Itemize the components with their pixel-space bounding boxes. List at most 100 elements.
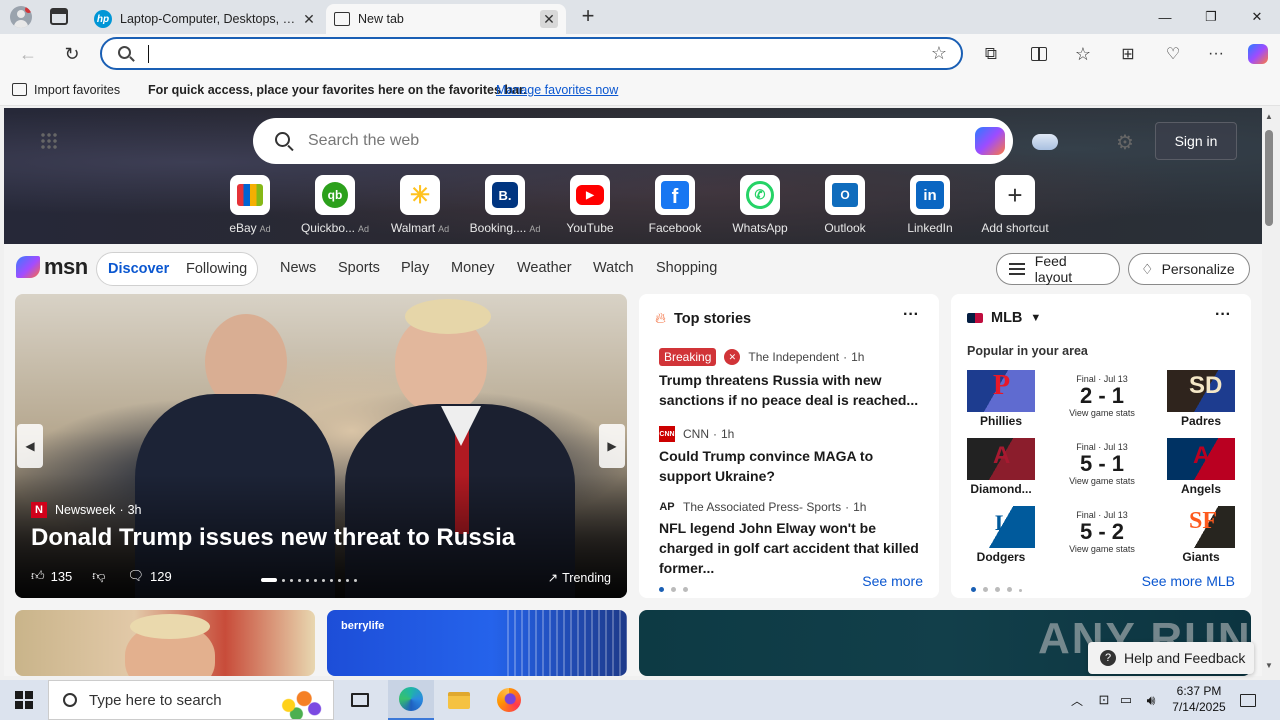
notifications-icon[interactable] <box>1236 680 1260 720</box>
new-tab-button[interactable]: + <box>576 5 600 29</box>
nav-money[interactable]: Money <box>451 260 495 276</box>
story-headline[interactable]: Trump threatens Russia with new sanction… <box>659 370 919 410</box>
firefox-icon[interactable] <box>486 680 532 720</box>
nav-watch[interactable]: Watch <box>593 260 634 276</box>
address-input[interactable] <box>148 45 448 63</box>
nav-news[interactable]: News <box>280 260 316 276</box>
chevron-down-icon[interactable]: ▼ <box>1030 312 1041 324</box>
comment-icon[interactable]: 🗨︎ <box>128 568 145 584</box>
clock[interactable]: 6:37 PM 7/14/2025 <box>1168 683 1230 715</box>
padres-logo-icon: SD <box>1189 372 1223 399</box>
tab-actions-icon[interactable] <box>50 8 68 25</box>
tray-icon[interactable]: ⊡ <box>1094 680 1114 720</box>
scrollbar-thumb[interactable] <box>1265 130 1273 226</box>
hero-headline[interactable]: Donald Trump issues new threat to Russia <box>31 524 515 552</box>
favorite-star-icon[interactable]: ☆ <box>931 43 947 64</box>
refresh-button[interactable]: ↻ <box>56 38 88 70</box>
shortcut-walmart[interactable]: ✳ Walmart Ad <box>380 175 460 235</box>
close-tab-icon[interactable]: ✕ <box>540 10 558 28</box>
promo-card[interactable]: berrylife <box>327 610 627 676</box>
shortcut-label: WhatsApp <box>732 221 788 235</box>
see-more-mlb-link[interactable]: See more MLB <box>1142 573 1235 589</box>
taskbar-search-input[interactable]: Type here to search <box>89 692 222 709</box>
nav-weather[interactable]: Weather <box>517 260 572 276</box>
story-item[interactable]: Breaking ✕ The Independent · 1h Trump th… <box>659 348 919 410</box>
like-icon[interactable]: 👍︎ <box>31 568 45 584</box>
settings-more-icon[interactable]: ··· <box>1200 38 1232 70</box>
more-options-icon[interactable]: ··· <box>1215 306 1231 324</box>
collections-icon[interactable]: ⊞ <box>1112 38 1144 70</box>
tab-new-tab[interactable]: New tab ✕ <box>326 4 566 34</box>
msn-logo[interactable]: msn <box>16 254 88 280</box>
close-window-button[interactable]: ✕ <box>1234 0 1280 34</box>
game-row[interactable]: LA Dodgers Final · Jul 13 5 - 2 View gam… <box>967 506 1235 566</box>
shortcut-outlook[interactable]: O Outlook <box>805 175 885 235</box>
shortcut-ebay[interactable]: eBay Ad <box>210 175 290 235</box>
shortcut-facebook[interactable]: f Facebook <box>635 175 715 235</box>
view-game-stats-link[interactable]: View game stats <box>1047 544 1157 554</box>
settings-gear-icon[interactable]: ⚙ <box>1116 130 1134 155</box>
split-screen-icon[interactable] <box>1023 38 1055 70</box>
minimize-button[interactable]: — <box>1142 0 1188 34</box>
carousel-prev-button[interactable]: ◀ <box>17 424 43 468</box>
shortcut-quickbooks[interactable]: qb Quickbo... Ad <box>295 175 375 235</box>
edge-taskbar-icon[interactable] <box>388 680 434 720</box>
network-icon[interactable]: ▭ <box>1116 680 1136 720</box>
weather-icon[interactable] <box>1032 129 1058 150</box>
see-more-link[interactable]: See more <box>862 573 923 589</box>
profile-icon[interactable] <box>10 6 32 28</box>
file-explorer-icon[interactable] <box>436 680 482 720</box>
apps-launcher-icon[interactable] <box>40 132 58 150</box>
search-input[interactable]: Search the web <box>308 132 419 150</box>
nav-sports[interactable]: Sports <box>338 260 380 276</box>
hero-story-card[interactable]: ◀ ▶ N Newsweek · 3h Donald Trump issues … <box>15 294 627 598</box>
nav-shopping[interactable]: Shopping <box>656 260 717 276</box>
import-favorites-icon[interactable] <box>12 83 27 96</box>
story-item[interactable]: CNN CNN · 1h Could Trump convince MAGA t… <box>659 426 919 486</box>
story-headline[interactable]: Could Trump convince MAGA to support Ukr… <box>659 446 919 486</box>
import-favorites-button[interactable]: Import favorites <box>34 83 120 97</box>
shortcut-linkedin[interactable]: in LinkedIn <box>890 175 970 235</box>
new-tab-page-icon <box>334 12 350 26</box>
taskbar-search[interactable]: Type here to search <box>48 680 334 720</box>
tab-hp[interactable]: hp Laptop-Computer, Desktops, Dru ✕ <box>86 4 326 34</box>
volume-icon[interactable]: 🔊︎ <box>1140 680 1162 720</box>
web-search-box[interactable]: Search the web <box>253 118 1013 164</box>
more-options-icon[interactable]: ··· <box>903 306 919 324</box>
start-button[interactable] <box>0 680 48 720</box>
shortcut-booking[interactable]: B. Booking.... Ad <box>465 175 545 235</box>
view-game-stats-link[interactable]: View game stats <box>1047 476 1157 486</box>
shortcut-label: LinkedIn <box>907 221 953 235</box>
shortcut-add[interactable]: + Add shortcut <box>975 175 1055 235</box>
task-view-icon[interactable] <box>340 680 380 720</box>
copilot-icon[interactable] <box>975 127 1005 155</box>
favorites-icon[interactable]: ☆ <box>1067 38 1099 70</box>
feed-layout-button[interactable]: Feed layout <box>996 253 1120 285</box>
tab-following[interactable]: Following <box>186 261 247 277</box>
page-scrollbar[interactable]: ▲ ▼ <box>1262 108 1276 676</box>
address-bar[interactable]: ☆ <box>100 37 963 70</box>
dislike-icon[interactable]: 👎︎ <box>92 568 105 584</box>
close-tab-icon[interactable]: ✕ <box>300 10 318 28</box>
extensions-icon[interactable]: ⧉ <box>975 38 1007 70</box>
view-game-stats-link[interactable]: View game stats <box>1047 408 1157 418</box>
game-row[interactable]: P Phillies Final · Jul 13 2 - 1 View gam… <box>967 370 1235 430</box>
help-feedback-button[interactable]: ? Help and Feedback <box>1088 642 1254 674</box>
back-button[interactable]: ← <box>12 38 44 70</box>
copilot-icon[interactable] <box>1242 38 1274 70</box>
browser-essentials-icon[interactable]: ♡ <box>1157 38 1189 70</box>
manage-favorites-link[interactable]: Manage favorites now <box>496 83 618 97</box>
game-row[interactable]: A Diamond... Final · Jul 13 5 - 1 View g… <box>967 438 1235 498</box>
shortcut-whatsapp[interactable]: ✆ WhatsApp <box>720 175 800 235</box>
shortcut-youtube[interactable]: ▶ YouTube <box>550 175 630 235</box>
story-item[interactable]: AP The Associated Press- Sports · 1h NFL… <box>659 500 919 578</box>
sign-in-button[interactable]: Sign in <box>1155 122 1237 160</box>
tab-discover[interactable]: Discover <box>108 261 169 277</box>
nav-play[interactable]: Play <box>401 260 429 276</box>
news-card[interactable] <box>15 610 315 676</box>
story-headline[interactable]: NFL legend John Elway won't be charged i… <box>659 518 919 578</box>
personalize-button[interactable]: ♢ Personalize <box>1128 253 1250 285</box>
show-hidden-icons[interactable]: ︿ <box>1066 680 1088 720</box>
restore-button[interactable]: ❐ <box>1188 0 1234 34</box>
carousel-next-button[interactable]: ▶ <box>599 424 625 468</box>
